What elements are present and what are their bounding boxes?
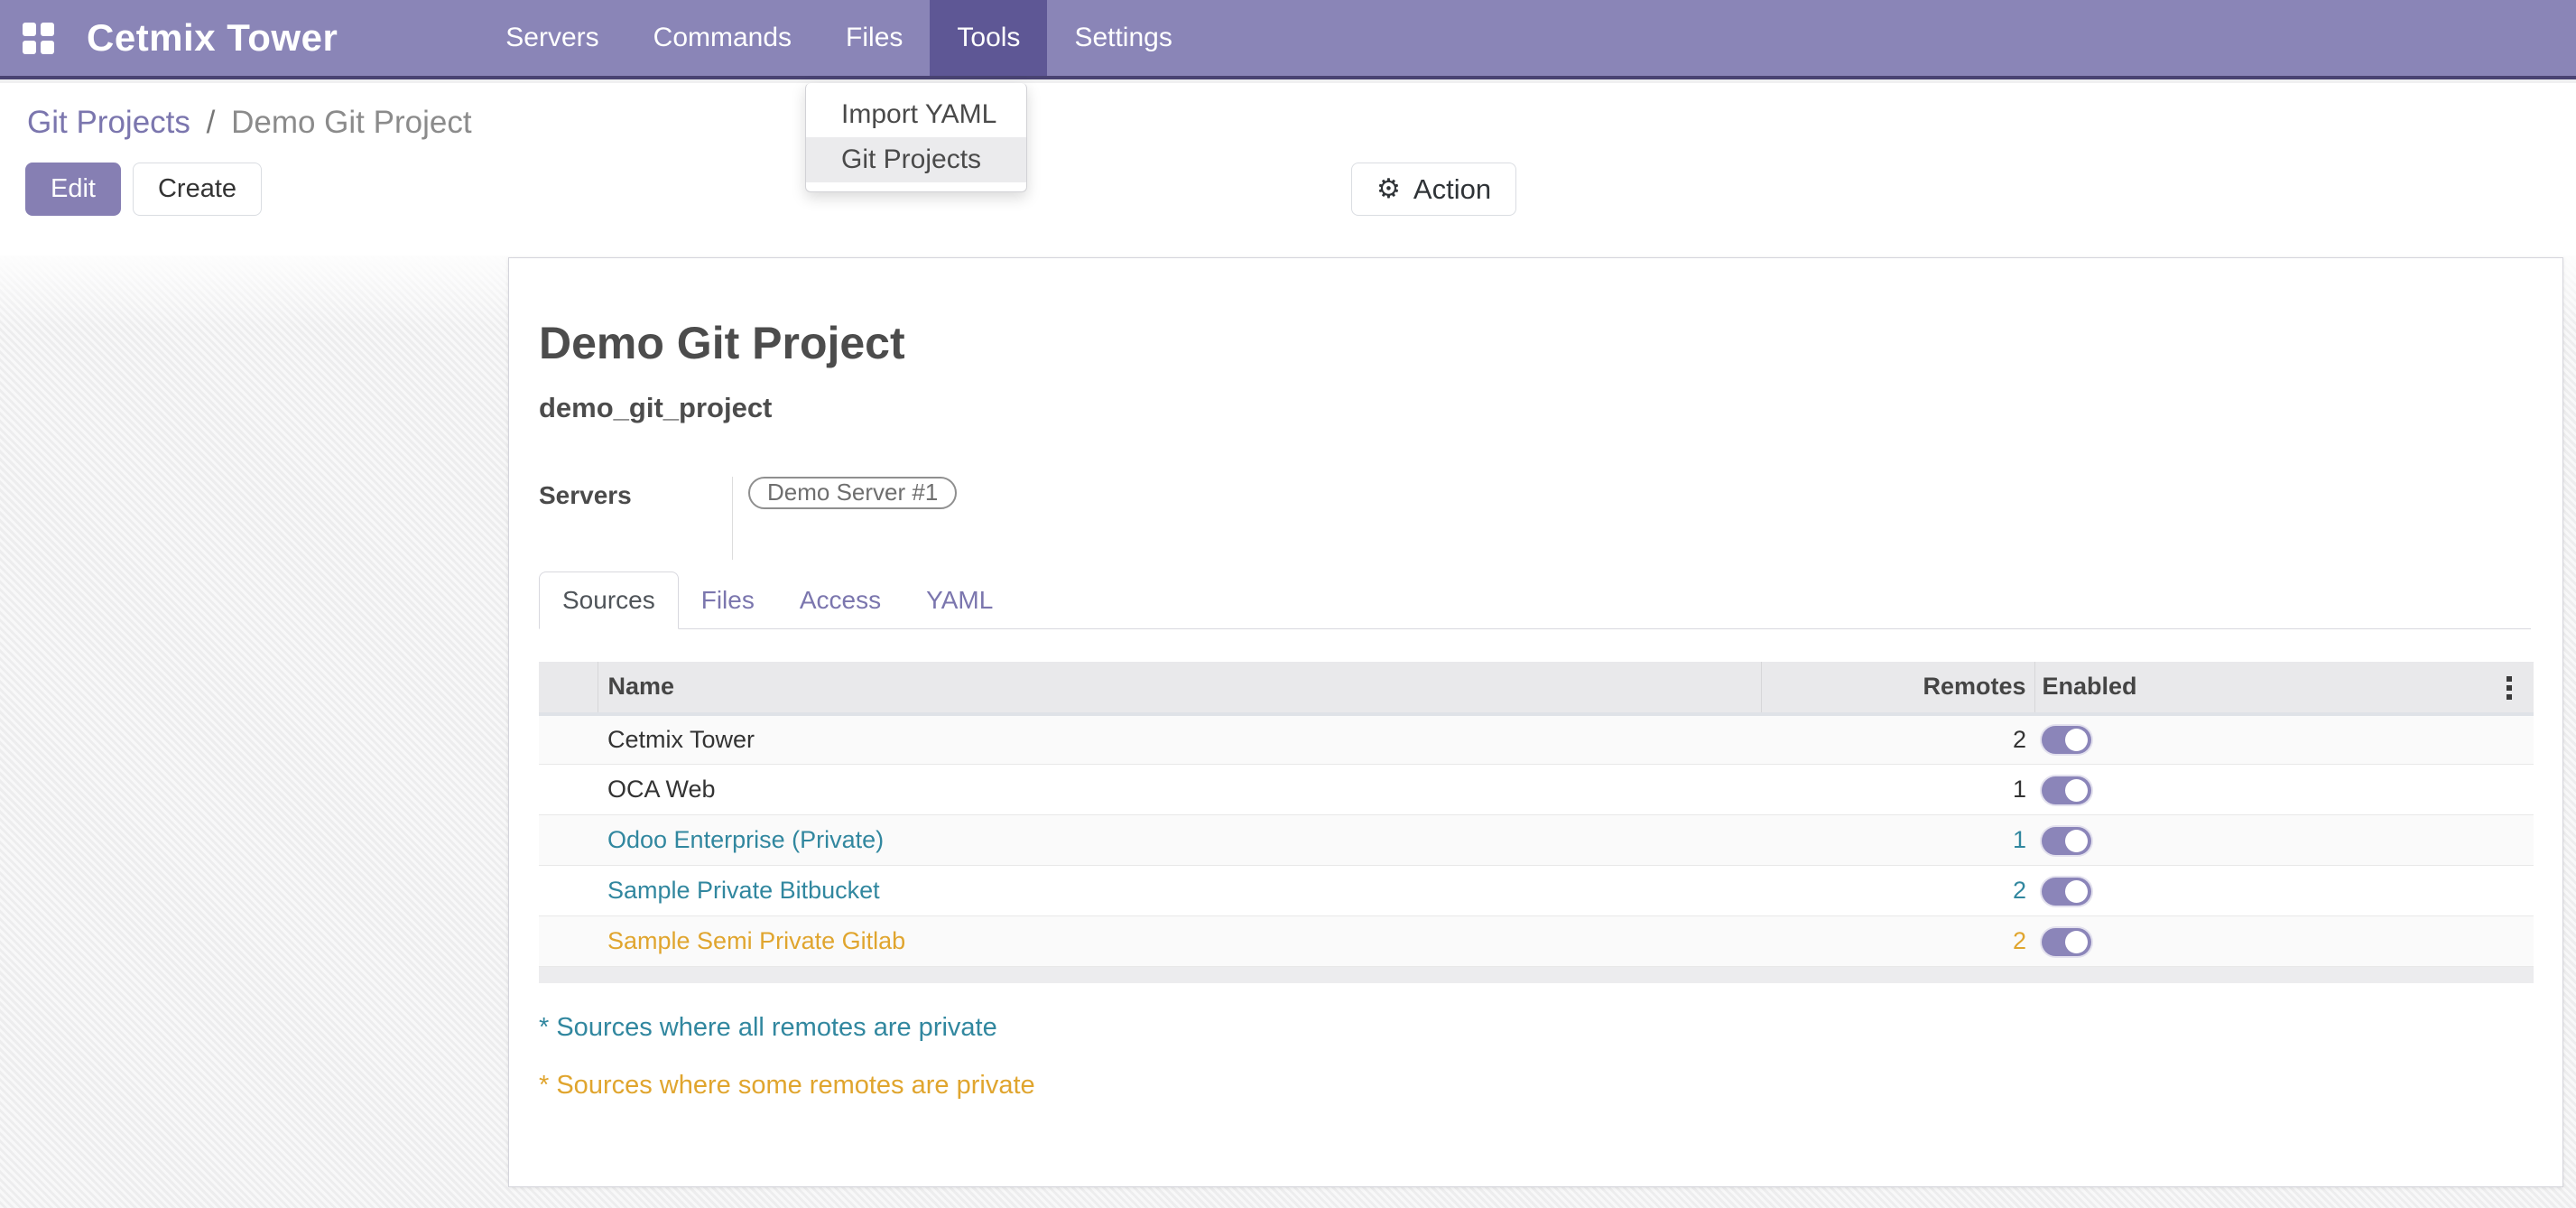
row-remotes-cell: 1 [1761,765,2034,815]
row-selector-cell [539,916,598,967]
optional-columns-icon[interactable] [2496,674,2523,702]
enabled-toggle[interactable] [2042,928,2091,956]
legend-footnote: * Sources where all remotes are private [539,1013,2531,1043]
enabled-column-header[interactable]: Enabled [2034,662,2534,714]
app-window: Cetmix Tower ServersCommandsFilesToolsSe… [0,0,2576,1208]
menu-item-import-yaml[interactable]: Import YAML [806,92,1026,137]
row-name-cell: Odoo Enterprise (Private) [598,815,1761,866]
table-row[interactable]: Cetmix Tower 2 [539,714,2534,765]
row-enabled-cell [2034,866,2534,916]
edit-button[interactable]: Edit [25,163,121,216]
nav-item-commands[interactable]: Commands [626,0,819,76]
gear-icon: ⚙ [1376,176,1401,203]
row-remotes-cell: 2 [1761,866,2034,916]
tools-dropdown-menu: Import YAMLGit Projects [805,83,1027,192]
row-selector-cell [539,815,598,866]
toggle-knob [2065,729,2088,751]
top-navbar: Cetmix Tower ServersCommandsFilesToolsSe… [0,0,2576,79]
enabled-toggle[interactable] [2042,726,2091,754]
breadcrumb-current: Demo Git Project [231,105,471,140]
table-row[interactable]: OCA Web 1 [539,765,2534,815]
row-enabled-cell [2034,916,2534,967]
nav-item-settings[interactable]: Settings [1047,0,1199,76]
content-area: Demo Git Project demo_git_project Server… [0,256,2576,1208]
sources-table-wrap: Name Remotes Enabled Cetmix Tower 2 OCA … [539,662,2534,983]
row-name-cell: Sample Semi Private Gitlab [598,916,1761,967]
breadcrumb-parent-link[interactable]: Git Projects [27,105,190,140]
tab-yaml[interactable]: YAML [903,571,1015,629]
apps-grid-icon [23,23,54,54]
breadcrumb: Git Projects / Demo Git Project [27,105,472,141]
nav-item-servers[interactable]: Servers [478,0,625,76]
legend-footnotes: * Sources where all remotes are private *… [539,1013,2531,1101]
tab-files[interactable]: Files [679,571,777,629]
tab-access[interactable]: Access [777,571,903,629]
record-subtitle: demo_git_project [539,392,2531,424]
toggle-knob [2065,880,2088,903]
servers-field-label: Servers [539,477,732,560]
row-selector-cell [539,866,598,916]
nav-item-files[interactable]: Files [819,0,930,76]
breadcrumb-separator: / [199,105,223,140]
menu-item-git-projects[interactable]: Git Projects [806,137,1026,182]
control-buttons: Edit Create [25,163,262,216]
brand-title[interactable]: Cetmix Tower [76,0,361,76]
row-remotes-cell: 2 [1761,714,2034,765]
server-tag[interactable]: Demo Server #1 [748,477,957,509]
row-enabled-cell [2034,765,2534,815]
row-enabled-cell [2034,714,2534,765]
servers-field-value: Demo Server #1 [732,477,957,560]
selector-column-header [539,662,598,714]
create-button[interactable]: Create [133,163,262,216]
control-panel: Git Projects / Demo Git Project Edit Cre… [0,83,2576,256]
enabled-toggle[interactable] [2042,776,2091,804]
row-enabled-cell [2034,815,2534,866]
legend-footnote: * Sources where some remotes are private [539,1071,2531,1101]
toggle-knob [2065,931,2088,953]
table-footer-row [539,967,2534,983]
record-title: Demo Git Project [539,318,2531,370]
row-remotes-cell: 1 [1761,815,2034,866]
toggle-knob [2065,830,2088,852]
sources-table: Name Remotes Enabled Cetmix Tower 2 OCA … [539,662,2534,983]
row-remotes-cell: 2 [1761,916,2034,967]
action-button-label: Action [1413,173,1491,206]
notebook-tabs: SourcesFilesAccessYAML [539,571,2531,629]
row-name-cell: Cetmix Tower [598,714,1761,765]
table-row[interactable]: Sample Semi Private Gitlab 2 [539,916,2534,967]
table-row[interactable]: Sample Private Bitbucket 2 [539,866,2534,916]
nav-item-tools[interactable]: Tools [930,0,1047,76]
table-header-row: Name Remotes Enabled [539,662,2534,714]
row-selector-cell [539,765,598,815]
toggle-knob [2065,779,2088,802]
enabled-toggle[interactable] [2042,827,2091,855]
form-sheet: Demo Git Project demo_git_project Server… [508,257,2563,1187]
row-selector-cell [539,714,598,765]
nav-menu: ServersCommandsFilesToolsSettings [478,0,1200,76]
servers-field-row: Servers Demo Server #1 [539,477,2531,560]
table-row[interactable]: Odoo Enterprise (Private) 1 [539,815,2534,866]
action-button[interactable]: ⚙ Action [1351,163,1516,216]
name-column-header[interactable]: Name [598,662,1761,714]
remotes-column-header[interactable]: Remotes [1761,662,2034,714]
tab-sources[interactable]: Sources [539,571,679,629]
row-name-cell: Sample Private Bitbucket [598,866,1761,916]
apps-menu-button[interactable] [0,0,76,76]
table-body: Cetmix Tower 2 OCA Web 1 Odoo Enterprise… [539,714,2534,967]
enabled-toggle[interactable] [2042,878,2091,906]
row-name-cell: OCA Web [598,765,1761,815]
